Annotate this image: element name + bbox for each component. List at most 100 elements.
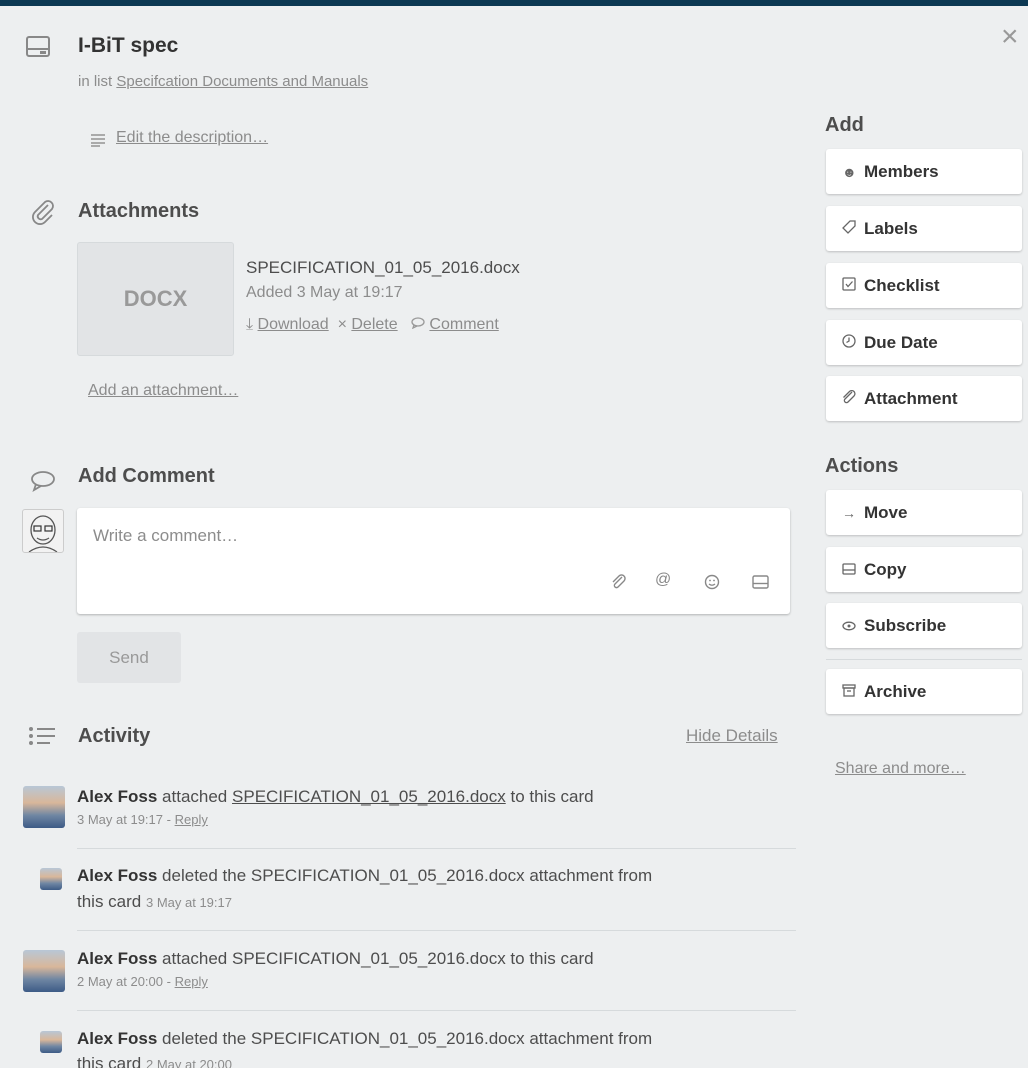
activity-time[interactable]: 3 May at 19:17 (77, 812, 163, 827)
eye-icon (842, 618, 864, 634)
speech-bubble-icon (30, 470, 56, 497)
activity-time[interactable]: 2 May at 20:00 (77, 974, 163, 989)
move-label: Move (864, 502, 908, 522)
activity-action: attached SPECIFICATION_01_05_2016.docx t… (162, 949, 594, 968)
comment-icon (407, 316, 430, 333)
checklist-button[interactable]: Checklist (826, 263, 1022, 308)
list-item: Alex Foss deleted the SPECIFICATION_01_0… (77, 1028, 652, 1050)
comment-input-box[interactable]: Write a comment… @ (77, 508, 790, 614)
attachment-filename[interactable]: SPECIFICATION_01_05_2016.docx (246, 258, 520, 278)
activity-action-tail: this card (77, 892, 142, 911)
divider (77, 930, 796, 931)
avatar[interactable] (40, 1031, 62, 1053)
activity-action: attached (162, 787, 228, 806)
delete-icon: × (337, 316, 347, 333)
paperclip-icon (842, 389, 864, 407)
send-button[interactable]: Send (77, 632, 181, 683)
person-icon: ☻ (842, 163, 857, 180)
due-date-button[interactable]: Due Date (826, 320, 1022, 365)
window-top-bar (0, 0, 1028, 6)
checkbox-icon (842, 277, 864, 294)
list-name-link[interactable]: Specifcation Documents and Manuals (116, 73, 368, 90)
activity-attachment-link[interactable]: SPECIFICATION_01_05_2016.docx (232, 787, 506, 806)
activity-action: deleted the SPECIFICATION_01_05_2016.doc… (162, 1029, 653, 1048)
archive-label: Archive (864, 681, 927, 701)
download-icon: ⤓ (246, 316, 254, 333)
close-icon[interactable]: × (1001, 22, 1019, 52)
comment-input[interactable]: Write a comment… (93, 526, 238, 546)
add-attachment-link[interactable]: Add an attachment… (88, 382, 238, 400)
actions-section-title: Actions (825, 455, 899, 477)
download-link[interactable]: Download (258, 316, 329, 333)
activity-time[interactable]: 3 May at 19:17 (146, 895, 232, 910)
in-list-prefix: in list (78, 73, 113, 90)
activity-action-tail: to this card (510, 787, 594, 806)
activity-title: Activity (78, 725, 151, 747)
arrow-right-icon: → (842, 504, 856, 521)
activity-list-icon (28, 725, 56, 752)
members-button[interactable]: ☻ Members (826, 149, 1022, 194)
members-label: Members (864, 161, 939, 181)
card-icon[interactable] (752, 575, 769, 594)
list-item: Alex Foss attached SPECIFICATION_01_05_2… (77, 948, 594, 970)
card-icon (26, 36, 50, 63)
activity-user[interactable]: Alex Foss (77, 787, 157, 806)
card-list-info: in list Specifcation Documents and Manua… (78, 73, 368, 90)
list-item: Alex Foss attached SPECIFICATION_01_05_2… (77, 786, 594, 808)
clock-icon (842, 334, 864, 351)
avatar[interactable] (23, 950, 65, 992)
attachment-button[interactable]: Attachment (826, 376, 1022, 421)
activity-user[interactable]: Alex Foss (77, 1029, 157, 1048)
divider (77, 1010, 796, 1011)
description-icon (90, 133, 106, 152)
add-section-title: Add (825, 114, 864, 136)
subscribe-label: Subscribe (864, 615, 947, 635)
copy-label: Copy (864, 559, 907, 579)
list-item: Alex Foss deleted the SPECIFICATION_01_0… (77, 865, 652, 887)
reply-link[interactable]: Reply (175, 974, 208, 989)
archive-button[interactable]: Archive (826, 669, 1022, 714)
activity-action: deleted the SPECIFICATION_01_05_2016.doc… (162, 866, 653, 885)
divider (77, 848, 796, 849)
add-comment-title: Add Comment (78, 465, 215, 487)
card-title[interactable]: I-BiT spec (78, 34, 178, 58)
paperclip-icon (30, 199, 56, 230)
attachment-label: Attachment (864, 388, 958, 408)
labels-button[interactable]: Labels (826, 206, 1022, 251)
activity-user[interactable]: Alex Foss (77, 949, 157, 968)
avatar[interactable] (23, 786, 65, 828)
reply-link[interactable]: Reply (175, 812, 208, 827)
copy-button[interactable]: Copy (826, 547, 1022, 592)
current-user-avatar[interactable] (22, 509, 64, 553)
due-date-label: Due Date (864, 332, 938, 352)
attachment-added-date: Added 3 May at 19:17 (246, 284, 403, 301)
thumbnail-label: DOCX (123, 286, 188, 311)
share-and-more-link[interactable]: Share and more… (835, 760, 966, 778)
activity-line2: this card 3 May at 19:17 (77, 891, 232, 914)
divider (826, 659, 1022, 660)
comment-link[interactable]: Comment (429, 316, 498, 333)
subscribe-button[interactable]: Subscribe (826, 603, 1022, 648)
mention-icon[interactable]: @ (655, 571, 671, 589)
archive-icon (842, 683, 864, 700)
attachments-title: Attachments (78, 200, 200, 222)
activity-time[interactable]: 2 May at 20:00 (146, 1057, 232, 1068)
edit-description-link[interactable]: Edit the description… (116, 129, 268, 147)
activity-line2: this card 2 May at 20:00 (77, 1053, 232, 1068)
activity-separator: - (166, 812, 171, 827)
activity-separator: - (166, 974, 171, 989)
activity-user[interactable]: Alex Foss (77, 866, 157, 885)
attachment-thumbnail[interactable]: DOCX (77, 242, 234, 356)
move-button[interactable]: → Move (826, 490, 1022, 535)
attachment-actions: ⤓ Download × Delete Comment (246, 316, 499, 334)
avatar[interactable] (40, 868, 62, 890)
attach-icon[interactable] (611, 574, 627, 595)
activity-meta: 3 May at 19:17 - Reply (77, 812, 208, 827)
emoji-icon[interactable] (704, 574, 720, 595)
activity-meta: 2 May at 20:00 - Reply (77, 974, 208, 989)
hide-details-link[interactable]: Hide Details (686, 726, 778, 746)
checklist-label: Checklist (864, 275, 940, 295)
card-icon (842, 562, 864, 578)
activity-action-tail: this card (77, 1054, 142, 1068)
delete-link[interactable]: Delete (351, 316, 397, 333)
